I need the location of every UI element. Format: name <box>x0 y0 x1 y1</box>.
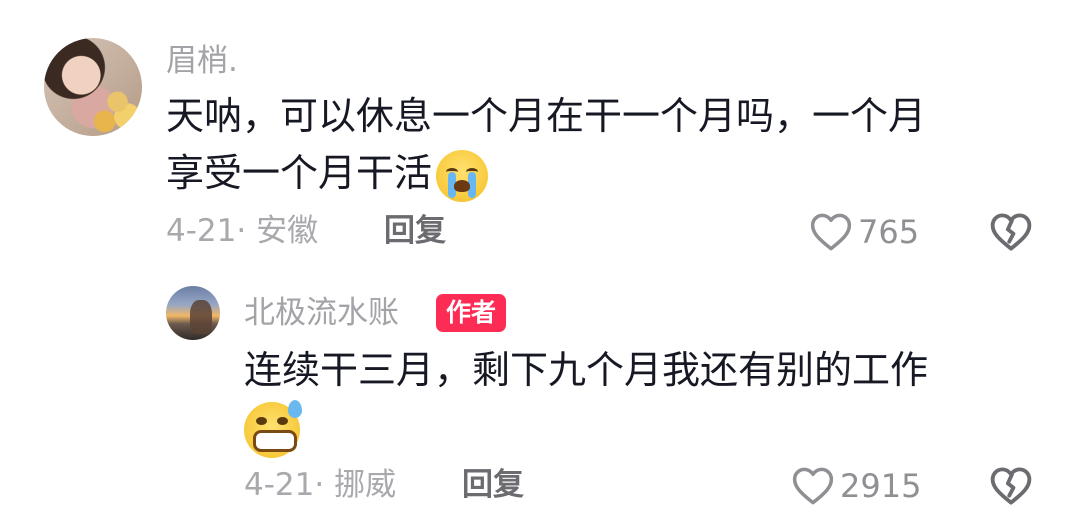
comment-username[interactable]: 北极流水账 <box>244 298 399 329</box>
comment-date-location: 4-21· 挪威 <box>244 467 397 503</box>
comment-text: 天呐，可以休息一个月在干一个月吗，一个月 享受一个月干活 <box>166 88 926 202</box>
loudly-crying-face-icon <box>436 149 489 202</box>
reply-button[interactable]: 回复 <box>462 470 524 501</box>
comment-text-line: 天呐，可以休息一个月在干一个月吗，一个月 <box>166 94 927 138</box>
avatar[interactable] <box>166 286 220 340</box>
avatar[interactable] <box>44 38 142 136</box>
reply-button[interactable]: 回复 <box>384 216 446 247</box>
comment-date-location: 4-21· 安徽 <box>166 213 319 249</box>
broken-heart-icon[interactable] <box>990 466 1032 506</box>
comment-text-line: 享受一个月干活 <box>166 151 433 195</box>
broken-heart-icon[interactable] <box>990 212 1032 252</box>
heart-icon <box>810 213 852 251</box>
like-count: 2915 <box>840 467 922 505</box>
comment: 眉梢. 天呐，可以休息一个月在干一个月吗，一个月 享受一个月干活 4-21· 安… <box>0 0 1080 262</box>
like-button[interactable]: 2915 <box>792 464 921 508</box>
comment-text: 连续干三月，剩下九个月我还有别的工作 <box>244 342 928 458</box>
grinning-face-with-sweat-icon <box>244 399 302 458</box>
comment-emoji-line <box>244 399 928 458</box>
comment-text-line: 连续干三月，剩下九个月我还有别的工作 <box>244 348 929 392</box>
reply-comment: 北极流水账 作者 连续干三月，剩下九个月我还有别的工作 4-21· 挪威 回复 … <box>0 262 1080 531</box>
author-badge: 作者 <box>436 294 507 332</box>
comment-text-line-with-emoji: 享受一个月干活 <box>166 145 926 202</box>
heart-icon <box>792 467 834 505</box>
like-button[interactable]: 765 <box>810 210 919 254</box>
like-count: 765 <box>858 213 920 251</box>
comment-username[interactable]: 眉梢. <box>166 46 238 77</box>
